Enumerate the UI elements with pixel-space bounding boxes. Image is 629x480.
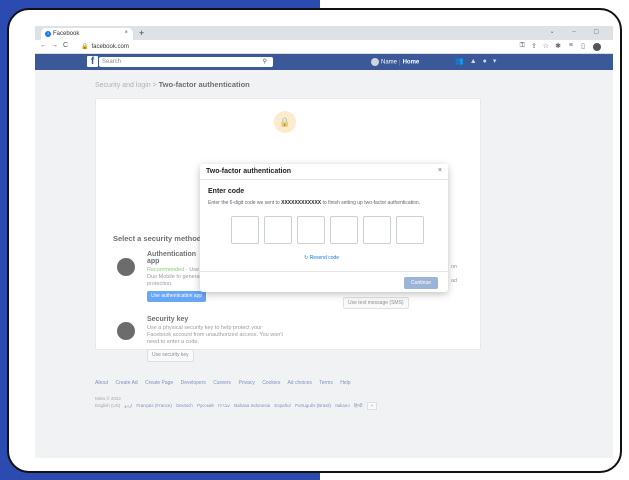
reload-icon[interactable]: C: [63, 42, 68, 49]
queue-icon[interactable]: ≡: [569, 42, 573, 49]
help-icon[interactable]: ●: [483, 58, 493, 65]
resend-label: Resend code: [309, 255, 340, 261]
url-text: facebook.com: [91, 44, 129, 50]
facebook-topbar: f Search ⚲ Name | Home 👥▲●▾: [35, 54, 613, 70]
code-input-group: [231, 216, 424, 244]
window-controls[interactable]: ⌄ – ▢: [550, 28, 607, 35]
two-factor-modal: Two-factor authentication × Enter code E…: [200, 164, 448, 292]
facebook-logo-icon[interactable]: f: [87, 56, 98, 67]
resend-code-link[interactable]: ↻ Resend code: [304, 255, 339, 261]
modal-footer: Continue: [200, 271, 448, 292]
chevron-down-icon[interactable]: ▾: [493, 58, 503, 65]
code-digit-input[interactable]: [297, 216, 325, 244]
friends-icon[interactable]: 👥: [455, 58, 470, 65]
sidebar-icon[interactable]: ▯: [581, 42, 585, 50]
code-digit-input[interactable]: [330, 216, 358, 244]
refresh-icon: ↻: [304, 255, 309, 261]
close-icon[interactable]: ×: [438, 167, 442, 174]
browser-window: f Facebook × + ⌄ – ▢ ← → C 🔒 facebook.com…: [35, 26, 613, 458]
home-link[interactable]: Home: [403, 60, 420, 66]
nav-divider: |: [399, 59, 401, 66]
modal-title: Two-factor authentication: [206, 168, 292, 175]
facebook-favicon-icon: f: [45, 31, 51, 37]
profile-avatar-icon[interactable]: [593, 43, 601, 51]
profile-nav: Name | Home: [371, 58, 419, 66]
desc-prefix: Enter the 6-digit code we sent to: [208, 200, 282, 206]
code-digit-input[interactable]: [231, 216, 259, 244]
search-placeholder: Search: [102, 59, 122, 65]
tab-title: Facebook: [53, 31, 80, 37]
star-icon[interactable]: ☆: [543, 42, 549, 50]
lock-icon: 🔒: [81, 44, 89, 50]
screenshot-frame: f Facebook × + ⌄ – ▢ ← → C 🔒 facebook.com…: [7, 8, 622, 473]
profile-name[interactable]: Name: [381, 60, 397, 66]
continue-button[interactable]: Continue: [403, 277, 438, 289]
notifications-icon[interactable]: ▲: [470, 58, 483, 65]
topbar-icons: 👥▲●▾: [455, 57, 502, 65]
url-field[interactable]: 🔒 facebook.com: [81, 43, 129, 50]
new-tab-button[interactable]: +: [139, 28, 144, 38]
address-bar: ← → C 🔒 facebook.com ⚿ ⇪ ☆ ✱ ≡ ▯: [35, 40, 613, 54]
masked-phone-number: XXXXXXXXXXXX: [281, 200, 322, 206]
tab-strip: f Facebook × + ⌄ – ▢: [35, 26, 613, 40]
search-input[interactable]: Search ⚲: [99, 57, 273, 67]
search-icon[interactable]: ⚲: [263, 58, 267, 65]
forward-icon[interactable]: →: [51, 42, 58, 49]
extension-icon[interactable]: ✱: [555, 42, 561, 50]
code-digit-input[interactable]: [264, 216, 292, 244]
enter-code-heading: Enter code: [208, 188, 245, 195]
key-icon[interactable]: ⚿: [520, 42, 525, 50]
tab-close-icon[interactable]: ×: [124, 30, 128, 36]
back-icon[interactable]: ←: [40, 42, 47, 49]
code-digit-input[interactable]: [396, 216, 424, 244]
modal-description: Enter the 6-digit code we sent to XXXXXX…: [208, 200, 448, 206]
code-digit-input[interactable]: [363, 216, 391, 244]
share-icon[interactable]: ⇪: [531, 42, 537, 50]
modal-header: Two-factor authentication ×: [200, 164, 448, 180]
desc-suffix: to finish setting up two-factor authenti…: [321, 200, 421, 206]
browser-tab[interactable]: f Facebook ×: [41, 28, 133, 40]
avatar[interactable]: [371, 58, 379, 66]
